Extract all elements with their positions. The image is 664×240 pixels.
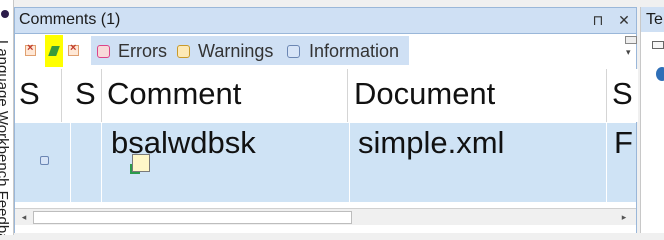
info-icon	[40, 156, 49, 165]
column-header-type[interactable]: S	[71, 69, 102, 122]
error-icon[interactable]	[97, 45, 110, 58]
scroll-thumb[interactable]	[33, 211, 352, 224]
panel-titlebar: Comments (1) ⊓ ✕	[15, 8, 636, 34]
book-icon[interactable]	[625, 36, 637, 44]
errors-filter[interactable]: Errors	[118, 39, 167, 63]
pencil-icon	[48, 46, 60, 56]
column-header-status[interactable]: S	[608, 69, 638, 122]
left-tab-strip[interactable]: Language Workbench Feedback	[0, 0, 14, 235]
filter-bar: Errors Warnings Information	[91, 36, 409, 65]
column-header-document[interactable]: Document	[350, 69, 607, 122]
vertical-tab-labels[interactable]: Language Workbench Feedback	[0, 40, 11, 235]
comments-panel: Comments (1) ⊓ ✕ Errors Warnings Informa…	[14, 7, 638, 233]
clear-icon[interactable]	[25, 42, 36, 56]
globe-icon[interactable]	[656, 67, 664, 81]
panel-footer	[15, 225, 636, 233]
toolbar: Errors Warnings Information ▾	[15, 34, 637, 68]
warning-icon[interactable]	[177, 45, 190, 58]
column-header-severity[interactable]: S	[15, 69, 62, 122]
info-icon[interactable]	[287, 45, 300, 58]
comment-cell: bsalwdbsk	[103, 123, 350, 202]
scroll-left-icon[interactable]: ◂	[18, 211, 30, 223]
horizontal-scrollbar[interactable]: ◂ ▸	[15, 208, 636, 225]
close-button[interactable]: ✕	[613, 10, 635, 30]
information-filter[interactable]: Information	[309, 39, 399, 63]
status-cell: F	[614, 125, 633, 160]
comments-grid: S S Comment Document S bsalwdbsk simple.…	[15, 69, 638, 217]
app-dot-icon	[1, 10, 9, 18]
edit-button[interactable]	[45, 35, 63, 67]
table-row[interactable]: bsalwdbsk simple.xml F	[15, 123, 636, 202]
right-pane: Te	[640, 7, 664, 233]
right-pane-title[interactable]: Te	[641, 7, 664, 32]
delete-icon[interactable]	[68, 42, 79, 56]
scroll-right-icon[interactable]: ▸	[618, 211, 630, 223]
column-header-comment[interactable]: Comment	[103, 69, 348, 122]
pin-button[interactable]: ⊓	[587, 10, 609, 30]
type-cell	[71, 123, 150, 202]
overflow-arrow-icon[interactable]: ▾	[626, 47, 631, 58]
document-cell: simple.xml	[350, 123, 607, 202]
warnings-filter[interactable]: Warnings	[198, 39, 273, 63]
severity-cell	[15, 123, 71, 202]
panel-title: Comments (1)	[19, 11, 121, 28]
book-icon[interactable]	[652, 41, 664, 49]
